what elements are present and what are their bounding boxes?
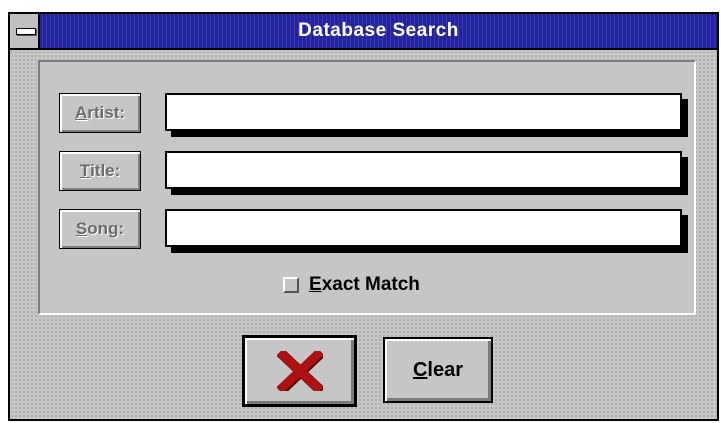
clear-button-mnemonic: C: [412, 358, 428, 381]
artist-button-label: rtist:: [87, 103, 126, 122]
system-menu-icon: [16, 28, 36, 35]
cancel-button[interactable]: [242, 335, 357, 407]
artist-input[interactable]: [165, 93, 682, 131]
window-title: Database Search: [298, 20, 459, 41]
title-input[interactable]: [165, 151, 682, 189]
title-button-label: itle:: [90, 161, 121, 180]
clear-button-label: lear: [427, 358, 464, 381]
system-menu-button[interactable]: [10, 14, 40, 48]
artist-button[interactable]: Artist:: [59, 93, 141, 133]
clear-button[interactable]: Clear: [383, 337, 493, 403]
red-x-icon: [276, 351, 323, 391]
exact-match-label-text: xact Match: [321, 274, 420, 295]
title-button-mnemonic: T: [79, 161, 91, 180]
song-button-mnemonic: S: [75, 219, 88, 238]
song-button[interactable]: Song:: [59, 209, 141, 249]
title-bar: Database Search: [10, 14, 717, 50]
song-button-label: ong:: [87, 219, 125, 238]
exact-match-checkbox[interactable]: [283, 277, 299, 293]
exact-match-label: Exact Match: [309, 274, 420, 296]
song-input[interactable]: [165, 209, 682, 247]
artist-button-mnemonic: A: [74, 103, 88, 122]
title-button[interactable]: Title:: [59, 151, 141, 191]
exact-match-option[interactable]: Exact Match: [283, 272, 420, 298]
exact-match-mnemonic: E: [309, 274, 322, 295]
